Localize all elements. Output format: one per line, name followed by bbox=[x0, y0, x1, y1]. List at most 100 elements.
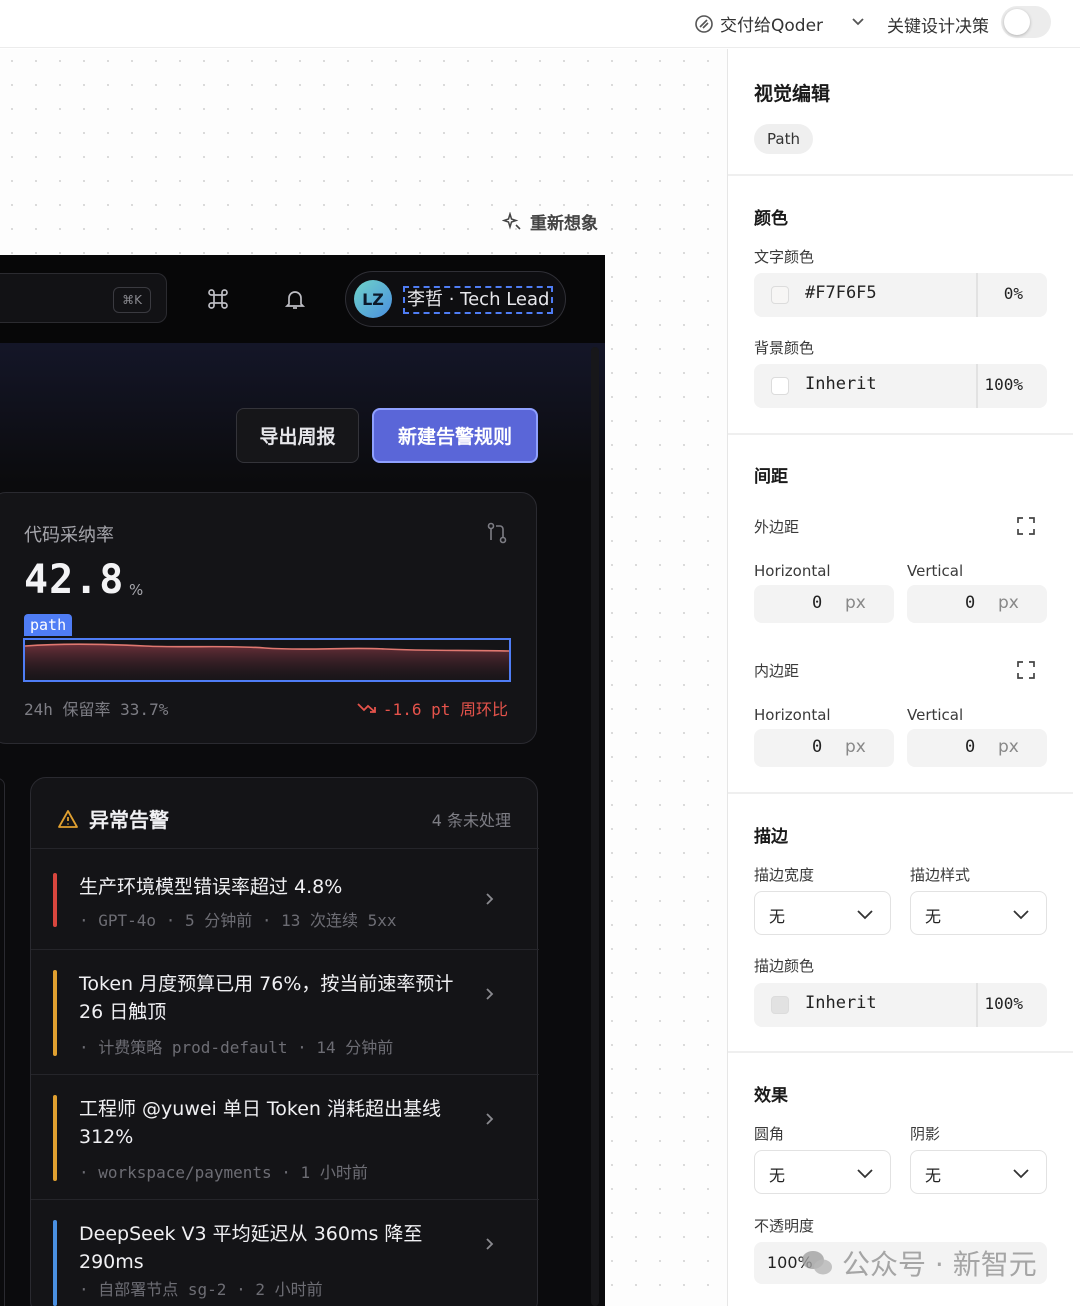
select-value: 无 bbox=[925, 1166, 942, 1185]
bg-color-label: 背景颜色 bbox=[754, 339, 815, 357]
text-color-field[interactable]: #F7F6F5 0% bbox=[754, 273, 1047, 317]
stroke-style-select[interactable]: 无 bbox=[910, 891, 1047, 935]
element-type-chip: Path bbox=[754, 124, 813, 154]
chevron-down-icon bbox=[1013, 1169, 1029, 1179]
new-alert-rule-button[interactable]: 新建告警规则 bbox=[372, 408, 538, 463]
alert-item[interactable]: Token 月度预算已用 76%，按当前速率预计 26 日触顶 · 计费策略 p… bbox=[31, 949, 539, 1074]
chevron-right-icon bbox=[486, 1238, 494, 1250]
handoff-qoder-button[interactable]: 交付给Qoder bbox=[694, 11, 823, 36]
alert-meta: · workspace/payments · 1 小时前 bbox=[79, 1163, 368, 1182]
expand-icon[interactable] bbox=[1015, 515, 1037, 537]
shadow-select[interactable]: 无 bbox=[910, 1150, 1047, 1194]
padding-vertical-label: Vertical bbox=[907, 706, 964, 724]
stroke-color-opacity[interactable]: 100% bbox=[984, 994, 1023, 1013]
padding-horizontal-label: Horizontal bbox=[754, 706, 831, 724]
color-swatch[interactable] bbox=[771, 377, 789, 395]
select-value: 无 bbox=[769, 1166, 786, 1185]
retention-stat: 24h 保留率 33.7% bbox=[24, 700, 169, 719]
stroke-width-label: 描边宽度 bbox=[754, 866, 815, 884]
export-report-button[interactable]: 导出周报 bbox=[236, 408, 359, 463]
stroke-color-label: 描边颜色 bbox=[754, 957, 815, 975]
chevron-down-icon bbox=[857, 910, 873, 920]
divider bbox=[728, 792, 1073, 794]
alert-title: DeepSeek V3 平均延迟从 360ms 降至 290ms bbox=[79, 1223, 423, 1273]
metric-title: 代码采纳率 bbox=[24, 525, 114, 546]
shadow-label: 阴影 bbox=[910, 1125, 941, 1143]
opacity-label: 不透明度 bbox=[754, 1217, 815, 1235]
color-swatch[interactable] bbox=[771, 996, 789, 1014]
divider bbox=[976, 364, 978, 408]
severity-bar bbox=[53, 1220, 57, 1306]
panel-title: 视觉编辑 bbox=[754, 83, 831, 105]
stroke-heading: 描边 bbox=[754, 827, 788, 847]
alerts-header: 异常告警 bbox=[57, 804, 169, 833]
chevron-down-icon bbox=[857, 1169, 873, 1179]
reimagine-button[interactable]: 重新想象 bbox=[502, 209, 598, 234]
stroke-color-field[interactable]: Inherit 100% bbox=[754, 983, 1047, 1027]
unit-label: px bbox=[845, 737, 866, 757]
bell-icon[interactable] bbox=[282, 286, 308, 312]
alert-item[interactable]: 生产环境模型错误率超过 4.8% · GPT-4o · 5 分钟前 · 13 次… bbox=[31, 848, 539, 949]
chevron-down-icon bbox=[1013, 910, 1029, 920]
avatar: LZ bbox=[354, 280, 392, 318]
alert-item[interactable]: DeepSeek V3 平均延迟从 360ms 降至 290ms · 自部署节点… bbox=[31, 1199, 539, 1306]
scrollbar[interactable] bbox=[591, 347, 599, 1306]
handoff-label: 交付给Qoder bbox=[720, 16, 824, 36]
padding-label: 内边距 bbox=[754, 662, 800, 680]
severity-bar bbox=[53, 970, 57, 1056]
key-decision-label: 关键设计决策 bbox=[887, 17, 989, 37]
alert-title: 生产环境模型错误率超过 4.8% bbox=[79, 876, 343, 898]
chevron-right-icon bbox=[486, 893, 494, 905]
margin-vertical-label: Vertical bbox=[907, 562, 964, 580]
stroke-color-value[interactable]: Inherit bbox=[805, 993, 877, 1013]
text-color-value[interactable]: #F7F6F5 bbox=[805, 283, 877, 303]
radius-select[interactable]: 无 bbox=[754, 1150, 891, 1194]
text-color-opacity[interactable]: 0% bbox=[1004, 284, 1023, 303]
padding-horizontal-input[interactable]: 0 px bbox=[754, 729, 894, 767]
expand-icon[interactable] bbox=[1015, 659, 1037, 681]
alert-item[interactable]: 工程师 @yuwei 单日 Token 消耗超出基线 312% · worksp… bbox=[31, 1074, 539, 1199]
bg-color-opacity[interactable]: 100% bbox=[984, 375, 1023, 394]
margin-horizontal-input[interactable]: 0 px bbox=[754, 585, 894, 623]
alert-meta: · 自部署节点 sg-2 · 2 小时前 bbox=[79, 1280, 323, 1299]
selected-element-tag: path bbox=[24, 614, 73, 636]
user-name[interactable]: 李哲 · Tech Lead bbox=[403, 286, 554, 314]
warning-icon bbox=[58, 809, 78, 828]
severity-bar bbox=[53, 1095, 57, 1181]
command-icon[interactable] bbox=[205, 286, 231, 312]
divider bbox=[728, 174, 1073, 176]
alerts-count: 4 条未处理 bbox=[431, 811, 511, 830]
alert-meta: · 计费策略 prod-default · 14 分钟前 bbox=[79, 1038, 394, 1057]
chevron-down-icon[interactable] bbox=[850, 13, 866, 29]
padding-vertical-input[interactable]: 0 px bbox=[907, 729, 1047, 767]
margin-vertical-input[interactable]: 0 px bbox=[907, 585, 1047, 623]
watermark: 公众号 · 新智元 bbox=[800, 1243, 1037, 1283]
metric-value: 42.8 bbox=[24, 557, 125, 603]
alert-meta: · GPT-4o · 5 分钟前 · 13 次连续 5xx bbox=[79, 911, 397, 930]
trend-down-icon bbox=[357, 703, 376, 713]
toggle-knob bbox=[1004, 9, 1030, 35]
select-value: 无 bbox=[769, 907, 786, 926]
reimagine-label: 重新想象 bbox=[530, 214, 598, 234]
input-value: 0 bbox=[965, 593, 976, 613]
wechat-icon bbox=[802, 1251, 832, 1275]
user-menu[interactable]: LZ 李哲 · Tech Lead bbox=[345, 271, 566, 327]
radius-label: 圆角 bbox=[754, 1125, 785, 1143]
stroke-style-label: 描边样式 bbox=[910, 866, 971, 884]
sparkline-path[interactable] bbox=[23, 638, 511, 682]
input-value: 0 bbox=[812, 737, 823, 757]
bg-color-field[interactable]: Inherit 100% bbox=[754, 364, 1047, 408]
stroke-width-select[interactable]: 无 bbox=[754, 891, 891, 935]
text-color-label: 文字颜色 bbox=[754, 248, 815, 266]
qoder-icon bbox=[695, 14, 713, 33]
spacing-heading: 间距 bbox=[754, 467, 788, 487]
metric-unit: % bbox=[129, 581, 144, 599]
side-card bbox=[0, 778, 5, 1306]
alerts-title: 异常告警 bbox=[89, 808, 169, 832]
key-decision-toggle[interactable] bbox=[1001, 6, 1051, 38]
color-swatch[interactable] bbox=[771, 286, 789, 304]
bg-color-value[interactable]: Inherit bbox=[805, 374, 877, 394]
git-compare-icon[interactable] bbox=[485, 521, 509, 545]
visual-edit-panel: 视觉编辑 Path 颜色 文字颜色 #F7F6F5 0% 背景颜色 Inheri… bbox=[727, 49, 1080, 1306]
watermark-text: 公众号 · 新智元 bbox=[842, 1248, 1037, 1281]
